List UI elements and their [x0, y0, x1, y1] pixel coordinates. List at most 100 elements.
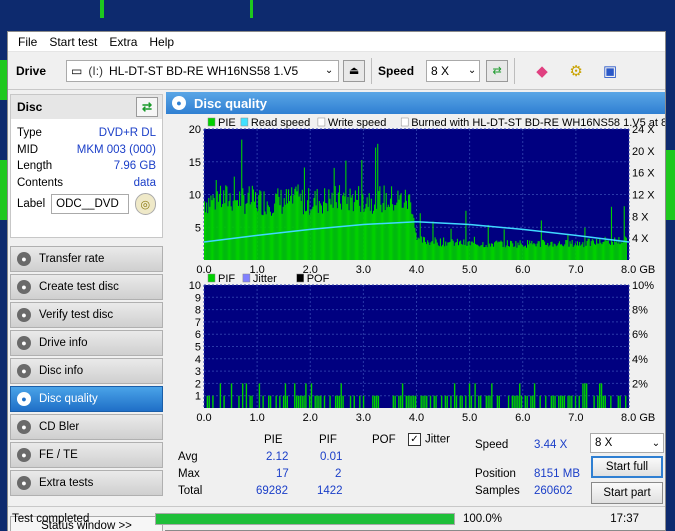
- pif-bar: [444, 395, 447, 408]
- nav-create-test-disc[interactable]: ● Create test disc: [10, 274, 163, 300]
- pie-bar: [260, 191, 262, 260]
- pif-bar: [539, 395, 541, 408]
- pie-bar: [204, 201, 206, 260]
- pie-bar: [471, 241, 473, 260]
- nav-transfer-rate[interactable]: ● Transfer rate: [10, 246, 163, 272]
- pif-bar: [574, 395, 577, 408]
- pie-bar: [622, 240, 624, 260]
- nav-fe-te[interactable]: ● FE / TE: [10, 442, 163, 468]
- legend-label: PIE: [218, 117, 236, 129]
- pie-bar: [221, 207, 223, 260]
- disc-label-field[interactable]: ODC__DVD: [51, 194, 129, 214]
- pie-bar: [595, 244, 597, 260]
- pie-bar: [218, 193, 220, 260]
- pie-bar: [367, 206, 369, 260]
- pif-chart: PIF Jitter POF 0.0 1.0 2.0 3.0 4.0 5.0 6.0 7.0 8.0…: [189, 273, 656, 424]
- test-speed-select[interactable]: 8 X ⌄: [590, 433, 664, 453]
- pif-bar: [249, 395, 251, 408]
- pif-bar: [353, 395, 355, 408]
- pie-bar: [229, 193, 231, 260]
- pie-bar: [225, 185, 227, 260]
- pif-bar: [487, 395, 489, 408]
- erase-button[interactable]: ◆: [529, 58, 555, 84]
- pif-bar: [316, 395, 318, 408]
- pif-bar: [455, 395, 458, 408]
- pif-bar: [519, 383, 521, 408]
- nav-disc-quality[interactable]: ● Disc quality: [10, 386, 163, 412]
- nav-disc-info[interactable]: ● Disc info: [10, 358, 163, 384]
- y-tick-label: 2: [195, 378, 201, 390]
- disc-label-key: Label: [17, 198, 46, 210]
- pie-bar: [497, 242, 499, 260]
- nav-drive-info[interactable]: ● Drive info: [10, 330, 163, 356]
- toolbar-divider: [514, 57, 516, 84]
- pie-bar: [327, 211, 329, 260]
- pie-bar: [372, 210, 375, 260]
- pie-bar: [434, 237, 436, 260]
- start-full-button[interactable]: Start full: [591, 456, 663, 478]
- pie-bar: [496, 240, 498, 260]
- pie-bar: [542, 240, 545, 260]
- pie-bar: [264, 211, 266, 260]
- nav-verify-test-disc[interactable]: ● Verify test disc: [10, 302, 163, 328]
- pie-bar: [306, 210, 308, 260]
- pie-bar: [448, 242, 450, 260]
- pie-bar: [320, 205, 322, 260]
- pie-bar: [469, 245, 471, 260]
- nav-label: Transfer rate: [39, 253, 105, 265]
- pie-bar: [363, 211, 365, 260]
- pif-bar: [241, 383, 244, 408]
- nav-extra-tests[interactable]: ● Extra tests: [10, 470, 163, 496]
- x-tick-label: 7.0: [568, 412, 583, 424]
- pie-bar: [207, 213, 209, 260]
- position-label: Position: [475, 468, 516, 480]
- eject-icon: ⏏: [348, 65, 360, 77]
- pie-bar: [299, 193, 301, 260]
- pie-bar: [553, 243, 555, 260]
- pie-bar: [241, 139, 243, 260]
- start-part-button[interactable]: Start part: [591, 482, 663, 504]
- pie-bar: [212, 194, 214, 260]
- settings-button[interactable]: ⚙: [563, 58, 589, 84]
- pif-bar: [496, 395, 499, 408]
- pie-bar: [409, 194, 411, 260]
- pie-bar: [368, 193, 370, 260]
- menu-extra[interactable]: Extra: [103, 35, 143, 49]
- pif-bar: [545, 395, 547, 408]
- pie-bar: [565, 239, 567, 260]
- pie-bar: [463, 239, 465, 260]
- refresh-button[interactable]: ⇄: [486, 59, 509, 82]
- drive-select[interactable]: ▭ (I:) HL-DT-ST BD-RE WH16NS58 1.V5 ⌄: [66, 59, 340, 82]
- pie-bar: [426, 244, 428, 260]
- save-button[interactable]: ▣: [597, 58, 623, 84]
- menu-start-test[interactable]: Start test: [43, 35, 103, 49]
- pie-bar: [491, 243, 494, 260]
- jitter-checkbox[interactable]: ✓ Jitter: [408, 433, 450, 446]
- pif-bar: [593, 395, 595, 408]
- pie-bar: [606, 240, 608, 260]
- pie-bar: [410, 202, 412, 260]
- nav-label: CD Bler: [39, 421, 80, 433]
- legend-label: Write speed: [328, 117, 387, 129]
- disc-refresh-button[interactable]: ⇄: [136, 97, 158, 117]
- eject-button[interactable]: ⏏: [343, 59, 366, 82]
- pie-bar: [425, 241, 427, 260]
- menu-help[interactable]: Help: [143, 35, 180, 49]
- pie-bar: [214, 209, 216, 260]
- pie-bar: [589, 245, 591, 260]
- pie-bar: [517, 242, 519, 260]
- pif-bar: [310, 383, 313, 408]
- menu-file[interactable]: File: [12, 35, 43, 49]
- progress-percent: 100.0%: [463, 512, 503, 525]
- pif-bar: [414, 395, 417, 408]
- disc-label-button[interactable]: ◎: [134, 193, 156, 215]
- pie-bar: [289, 201, 291, 260]
- pif-bar: [340, 383, 342, 408]
- pie-bar: [502, 246, 504, 260]
- pif-bar: [372, 395, 374, 408]
- pif-bar: [446, 395, 448, 408]
- pie-bar: [301, 189, 303, 260]
- speed-select[interactable]: 8 X ⌄: [426, 59, 481, 82]
- nav-cd-bler[interactable]: ● CD Bler: [10, 414, 163, 440]
- pif-bar: [400, 395, 402, 408]
